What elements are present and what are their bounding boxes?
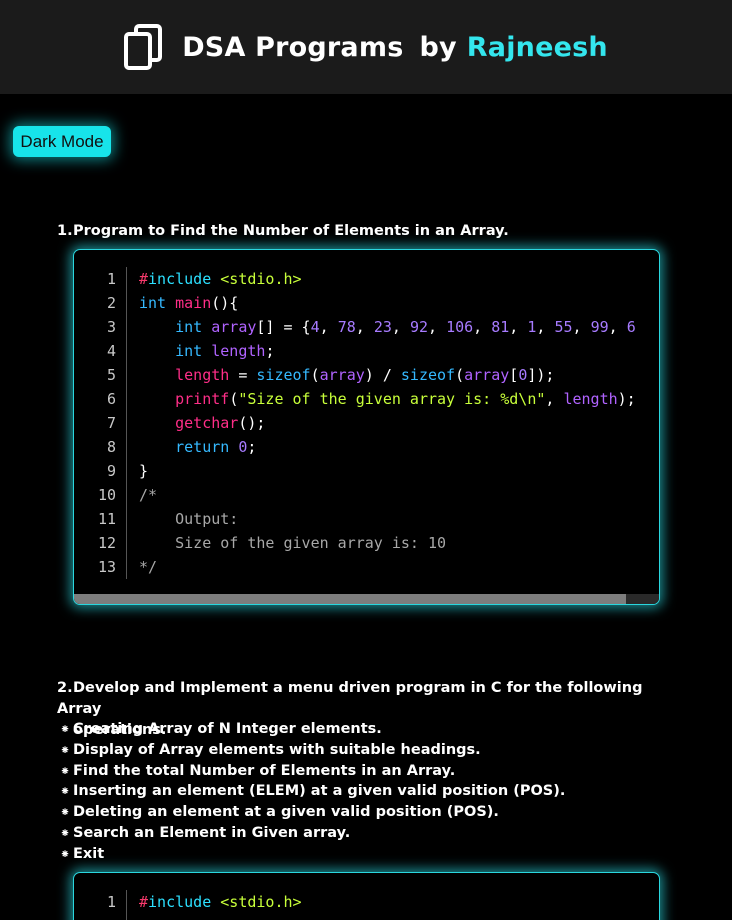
list-item: ⁕ Deleting an element at a given valid po…: [60, 804, 499, 821]
list-item: ⁕ Creating Array of N Integer elements.: [60, 721, 382, 737]
operations-list: ⁕ Creating Array of N Integer elements. ⁕…: [60, 719, 565, 865]
line-number: 12: [97, 534, 116, 552]
list-item: ⁕ Inserting an element (ELEM) at a given …: [60, 783, 566, 800]
line-number: 5: [106, 366, 116, 384]
title-by: by: [419, 31, 457, 63]
line-number: 6: [106, 390, 116, 408]
copy-icon: [124, 24, 164, 70]
line-number: 11: [97, 510, 116, 528]
list-item: ⁕ Exit: [60, 845, 105, 862]
line-number: 3: [106, 318, 116, 336]
list-item: ⁕ Display of Array elements with suitable…: [60, 741, 481, 758]
line-number: 10: [97, 486, 116, 504]
line-number: 8: [106, 438, 116, 456]
code-block-1[interactable]: 1 #include <stdio.h> 2 int main(){ 3 int a…: [73, 249, 660, 605]
dark-mode-button[interactable]: Dark Mode: [13, 126, 111, 157]
line-number: 2: [106, 294, 116, 312]
author-name: Rajneesh: [466, 31, 608, 63]
line-number: 1: [106, 270, 116, 288]
line-number: 7: [106, 414, 116, 432]
list-item: ⁕ Find the total Number of Elements in an…: [60, 762, 456, 779]
app-title: DSA Programs by Rajneesh: [182, 32, 608, 63]
program-1-title: 1.Program to Find the Number of Elements…: [57, 223, 509, 239]
horizontal-scrollbar[interactable]: [74, 594, 659, 604]
line-number: 9: [106, 462, 116, 480]
list-item: ⁕ Search an Element in Given array.: [60, 824, 351, 841]
app-header: DSA Programs by Rajneesh: [0, 0, 732, 94]
line-number: 4: [106, 342, 116, 360]
line-number: 1: [106, 893, 116, 911]
scrollbar-thumb[interactable]: [74, 594, 626, 604]
title-text: DSA Programs: [182, 31, 404, 63]
line-number: 13: [97, 558, 116, 576]
code-block-2[interactable]: 1 #include <stdio.h>: [73, 872, 660, 920]
